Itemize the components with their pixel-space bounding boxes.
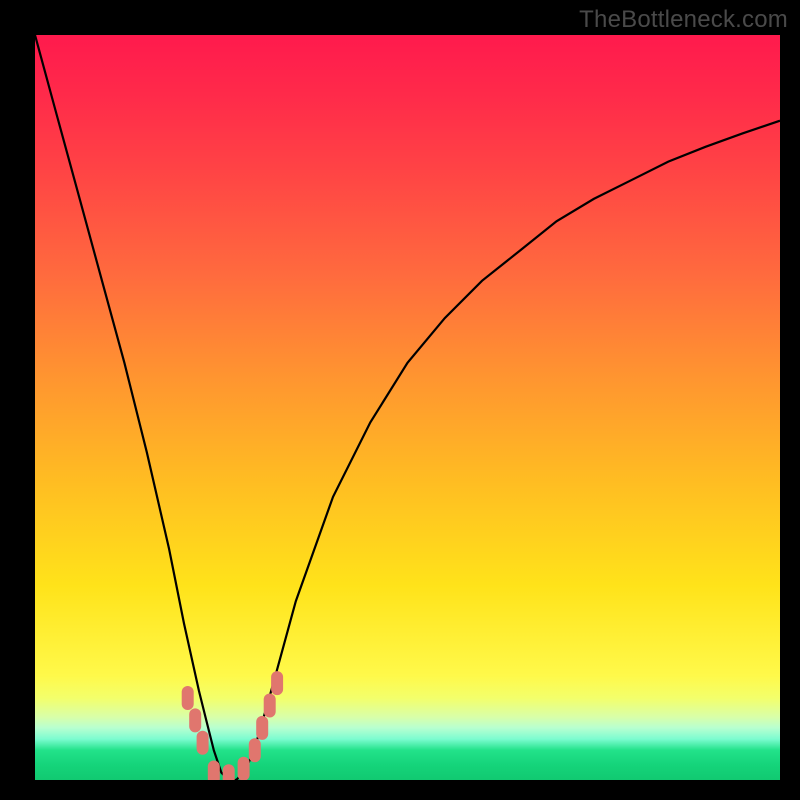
curve-marker xyxy=(271,671,283,695)
curve-marker xyxy=(238,757,250,780)
curve-marker xyxy=(208,761,220,781)
curve-marker xyxy=(256,716,268,740)
chart-frame: TheBottleneck.com xyxy=(0,0,800,800)
curve-marker xyxy=(249,738,261,762)
curve-marker xyxy=(264,694,276,718)
curve-marker xyxy=(189,708,201,732)
curve-markers xyxy=(35,35,780,780)
curve-marker xyxy=(223,764,235,780)
curve-marker xyxy=(182,686,194,710)
plot-area xyxy=(35,35,780,780)
curve-marker xyxy=(197,731,209,755)
watermark-text: TheBottleneck.com xyxy=(579,6,788,34)
